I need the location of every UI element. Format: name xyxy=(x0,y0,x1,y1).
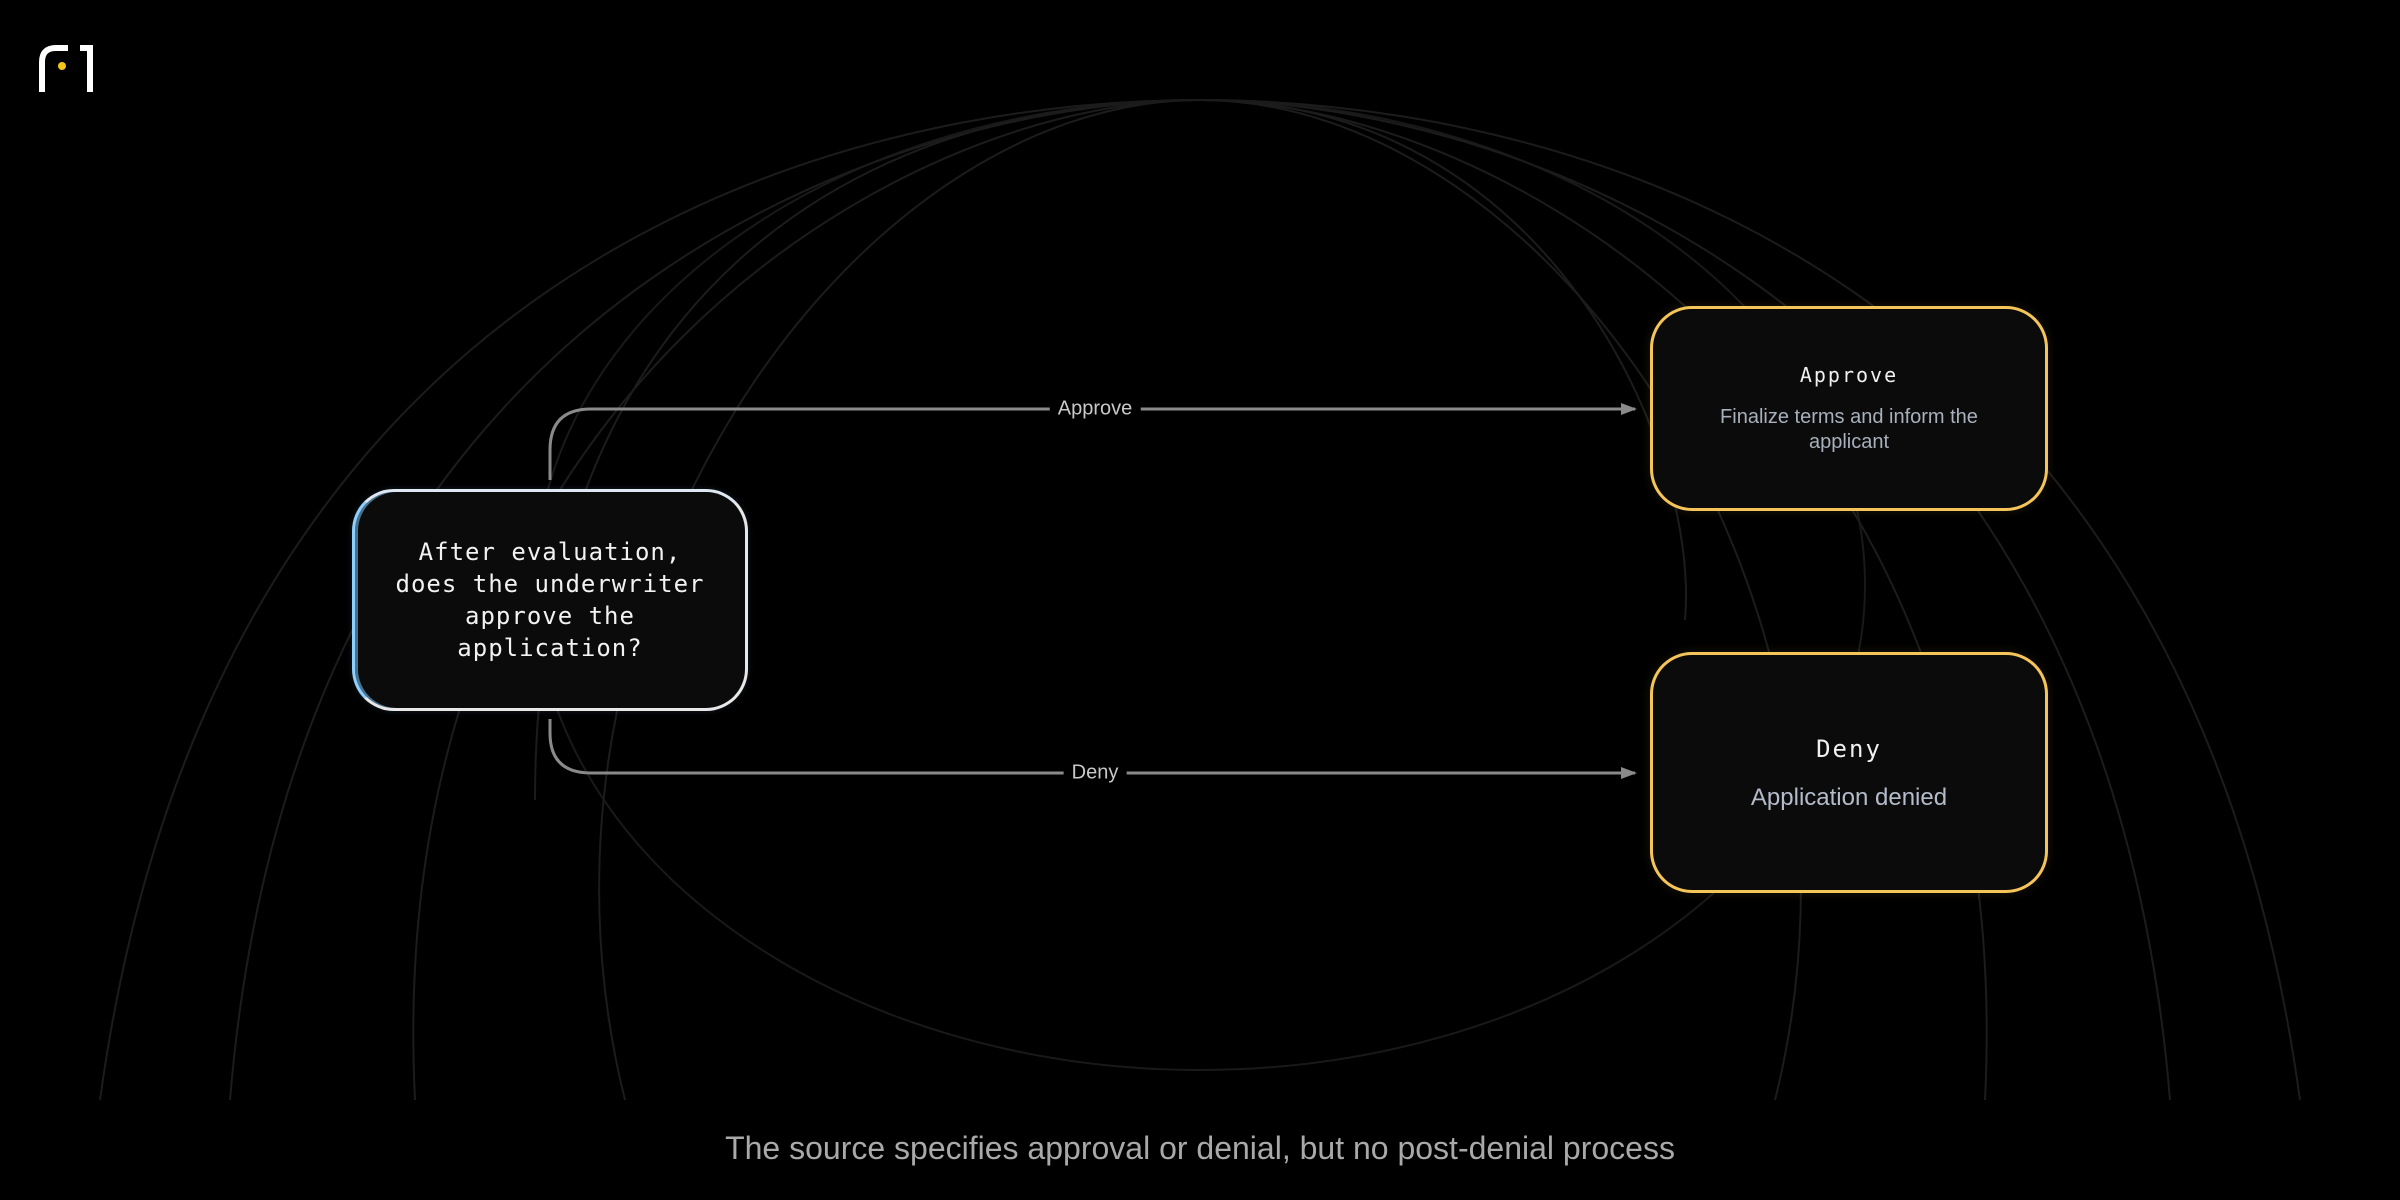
deny-outcome-description: Application denied xyxy=(1750,784,1948,811)
diagram-caption: The source specifies approval or denial,… xyxy=(725,1130,1675,1166)
decision-node: After evaluation, does the underwriter a… xyxy=(352,489,748,711)
deny-outcome-node: Deny Application denied xyxy=(1650,652,2048,893)
diagram-canvas: Approve Deny After evaluation, does the … xyxy=(0,0,2400,1200)
decision-line: does the underwriter xyxy=(395,570,705,598)
decision-question: After evaluation, does the underwriter a… xyxy=(376,536,725,664)
approve-outcome-title: Approve xyxy=(1799,362,1899,387)
decision-line: application? xyxy=(457,634,643,662)
deny-edge-label: Deny xyxy=(1063,761,1127,785)
approve-outcome-description: Finalize terms and inform the applicant xyxy=(1680,405,2018,455)
approve-description-line: applicant xyxy=(1808,430,1890,453)
decision-line: approve the xyxy=(465,602,635,630)
deny-outcome-title: Deny xyxy=(1816,735,1882,763)
approve-outcome-node: Approve Finalize terms and inform the ap… xyxy=(1650,306,2048,511)
approve-description-line: Finalize terms and inform the xyxy=(1720,405,1978,428)
approve-edge-label: Approve xyxy=(1049,397,1141,421)
decision-line: After evaluation, xyxy=(418,538,682,566)
brand-logo-icon xyxy=(39,45,93,92)
